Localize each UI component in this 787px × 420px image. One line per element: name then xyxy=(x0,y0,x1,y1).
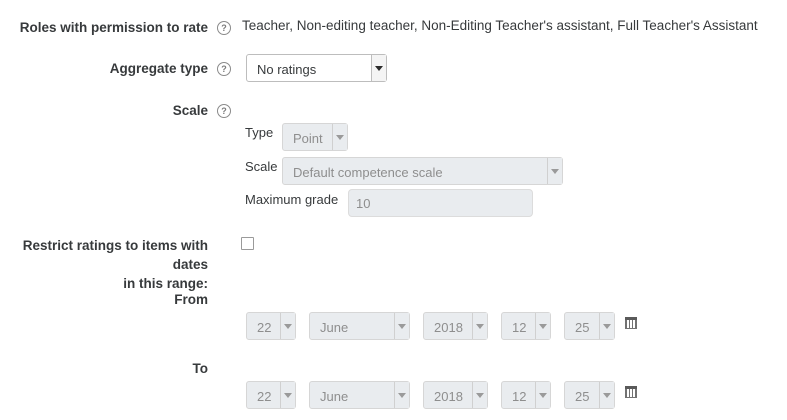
to-hour-select[interactable]: 12 xyxy=(501,381,551,409)
roles-value: Teacher, Non-editing teacher, Non-Editin… xyxy=(242,18,758,33)
chevron-down-icon xyxy=(371,55,386,81)
from-day-value: 22 xyxy=(257,320,272,335)
max-grade-value: 10 xyxy=(356,196,371,211)
from-year-value: 2018 xyxy=(434,320,463,335)
from-year-select[interactable]: 2018 xyxy=(423,312,488,340)
question-circle-icon[interactable]: ? xyxy=(217,104,231,118)
to-year-value: 2018 xyxy=(434,389,463,404)
from-day-select[interactable]: 22 xyxy=(246,312,296,340)
to-minute-select[interactable]: 25 xyxy=(564,381,615,409)
chevron-down-icon xyxy=(332,124,347,150)
question-circle-icon[interactable]: ? xyxy=(217,62,231,76)
chevron-down-icon xyxy=(394,313,409,339)
restrict-ratings-checkbox[interactable] xyxy=(241,237,254,250)
calendar-icon[interactable] xyxy=(625,317,637,329)
scale-label: Scale xyxy=(172,103,208,118)
aggregate-type-label: Aggregate type xyxy=(109,61,208,76)
scale-type-select[interactable]: Point xyxy=(282,123,348,151)
from-month-value: June xyxy=(320,320,349,335)
to-month-select[interactable]: June xyxy=(309,381,410,409)
chevron-down-icon xyxy=(535,382,550,408)
scale-scale-label: Scale xyxy=(245,159,278,174)
to-year-select[interactable]: 2018 xyxy=(423,381,488,409)
from-hour-select[interactable]: 12 xyxy=(501,312,551,340)
to-minute-value: 25 xyxy=(575,389,590,404)
from-month-select[interactable]: June xyxy=(309,312,410,340)
calendar-icon[interactable] xyxy=(625,386,637,398)
chevron-down-icon xyxy=(394,382,409,408)
from-minute-value: 25 xyxy=(575,320,590,335)
chevron-down-icon xyxy=(280,313,295,339)
to-label: To xyxy=(192,361,209,376)
chevron-down-icon xyxy=(535,313,550,339)
roles-label: Roles with permission to rate xyxy=(19,20,208,35)
restrict-ratings-label: Restrict ratings to items with dates in … xyxy=(0,236,208,293)
restrict-ratings-label-line1: Restrict ratings to items with dates xyxy=(22,238,208,272)
scale-scale-select[interactable]: Default competence scale xyxy=(282,157,563,185)
to-day-value: 22 xyxy=(257,389,272,404)
chevron-down-icon xyxy=(547,158,562,184)
scale-type-label: Type xyxy=(245,125,274,140)
from-minute-select[interactable]: 25 xyxy=(564,312,615,340)
max-grade-input[interactable]: 10 xyxy=(348,189,533,217)
chevron-down-icon xyxy=(599,313,614,339)
question-circle-icon[interactable]: ? xyxy=(217,21,231,35)
chevron-down-icon xyxy=(280,382,295,408)
to-hour-value: 12 xyxy=(512,389,527,404)
scale-type-value: Point xyxy=(293,131,323,146)
chevron-down-icon xyxy=(472,382,487,408)
from-hour-value: 12 xyxy=(512,320,527,335)
chevron-down-icon xyxy=(472,313,487,339)
aggregate-type-value: No ratings xyxy=(257,62,317,77)
chevron-down-icon xyxy=(599,382,614,408)
scale-scale-value: Default competence scale xyxy=(293,165,443,180)
aggregate-type-select[interactable]: No ratings xyxy=(246,54,387,82)
from-label: From xyxy=(174,292,208,307)
to-month-value: June xyxy=(320,389,349,404)
max-grade-label: Maximum grade xyxy=(245,192,339,207)
to-day-select[interactable]: 22 xyxy=(246,381,296,409)
